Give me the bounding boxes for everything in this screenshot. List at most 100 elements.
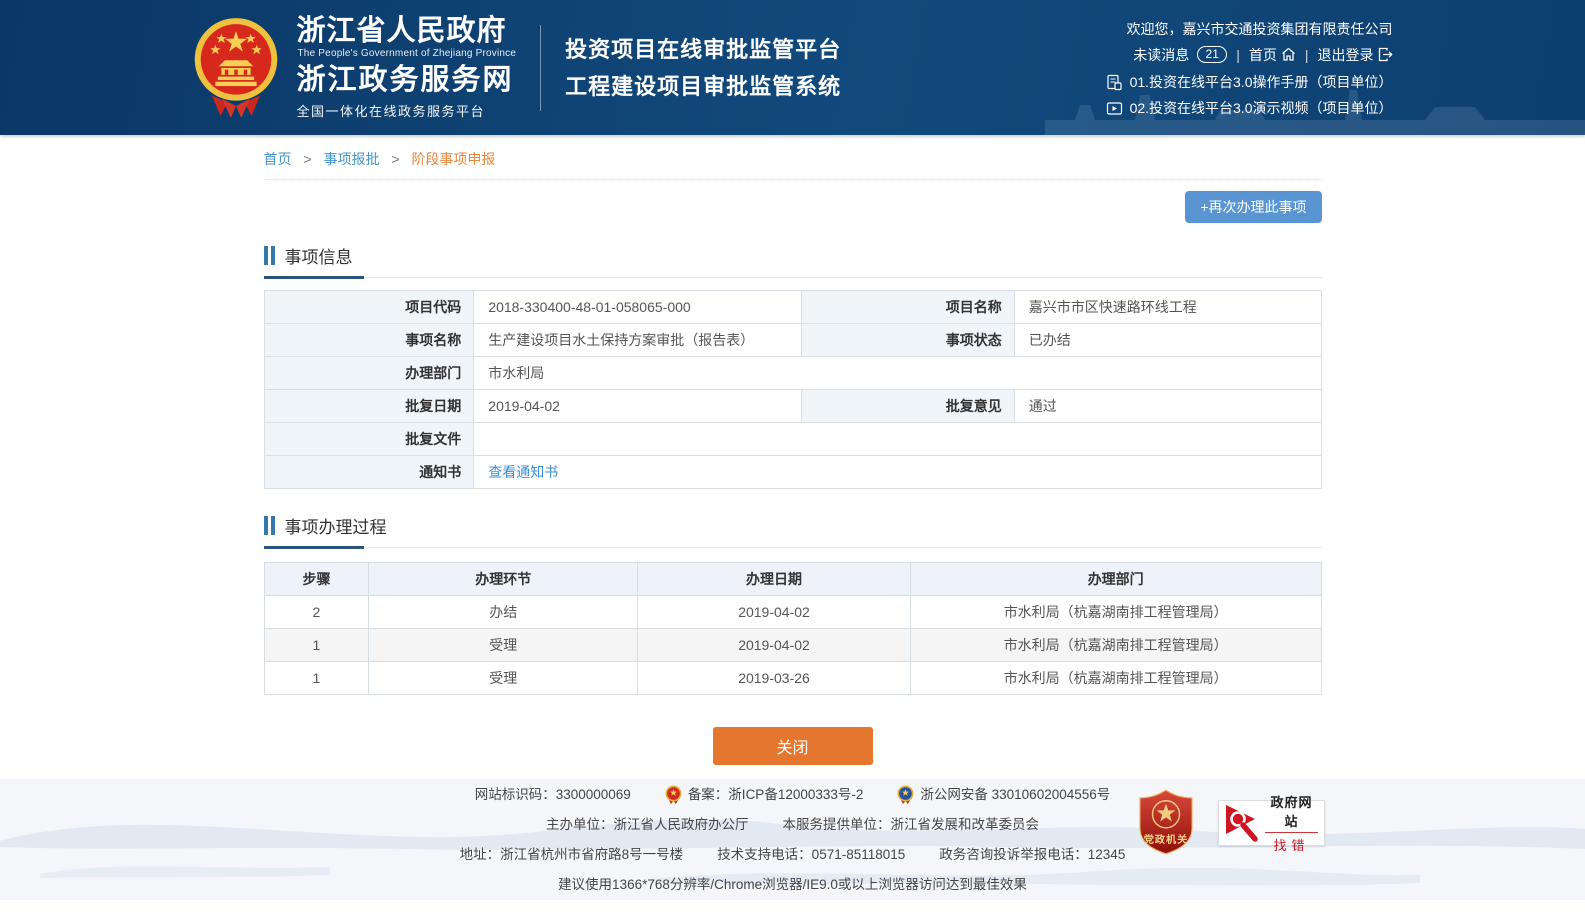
emblem-icon [665,785,682,804]
separator: | [1303,45,1311,65]
table-header-row: 步骤 办理环节 办理日期 办理部门 [264,563,1321,596]
platform-title-line2: 工程建设项目审批监管系统 [565,68,841,105]
manual-link-label: 01.投资在线平台3.0操作手册（项目单位） [1130,74,1393,90]
dept-cell: 市水利局（杭嘉湖南排工程管理局） [910,629,1321,662]
website-error-report-badge[interactable]: 政府网站 找错 [1218,800,1325,846]
user-block: 欢迎您，嘉兴市交通投资集团有限责任公司 未读消息 21 | 首页 | 退出登录 [1106,19,1393,117]
process-table: 步骤 办理环节 办理日期 办理部门 2 办结 2019-04-02 市水利局（杭… [264,562,1322,695]
portal-title: 浙江政务服务网 [297,65,517,95]
approval-file-label: 批复文件 [264,423,474,456]
browser-tip: 建议使用1366*768分辨率/Chrome浏览器/IE9.0或以上浏览器访问达… [558,874,1027,895]
video-link[interactable]: 02.投资在线平台3.0演示视频（项目单位） [1106,100,1393,117]
step-cell: 1 [264,629,369,662]
footer-line-2: 主办单位：浙江省人民政府办公厅 本服务提供单位：浙江省发展和改革委员会 [0,814,1585,835]
table-row: 批复日期 2019-04-02 批复意见 通过 [264,390,1321,423]
security-record-text: 浙公网安备 33010602004556号 [920,784,1110,805]
step-cell: 2 [264,596,369,629]
info-section-title: 事项信息 [285,243,353,268]
item-name-value: 生产建设项目水土保持方案审批（报告表） [474,324,802,357]
manual-link[interactable]: 01.投资在线平台3.0操作手册（项目单位） [1106,74,1393,91]
unread-messages-link[interactable]: 未读消息 21 [1133,45,1227,65]
item-status-value: 已办结 [1014,324,1321,357]
site-footer: 网站标识码：3300000069 备案：浙ICP备12000333号-2 浙公网… [0,779,1585,900]
project-name-label: 项目名称 [802,291,1015,324]
stage-cell: 办结 [369,596,638,629]
dept-cell: 市水利局（杭嘉湖南排工程管理局） [910,596,1321,629]
view-notice-link[interactable]: 查看通知书 [488,464,558,480]
project-name-value: 嘉兴市市区快速路环线工程 [1014,291,1321,324]
table-row: 办理部门 市水利局 [264,357,1321,390]
welcome-text: 欢迎您，嘉兴市交通投资集团有限责任公司 [1127,19,1393,39]
section-marker-icon [264,516,275,535]
logout-icon [1378,47,1393,62]
breadcrumb-home[interactable]: 首页 [264,151,292,167]
close-button[interactable]: 关闭 [713,727,873,765]
service-provider: 本服务提供单位：浙江省发展和改革委员会 [783,814,1040,835]
tech-phone: 技术支持电话：0571-85118015 [717,844,905,865]
icp-record[interactable]: 备案：浙ICP备12000333号-2 [665,784,864,805]
logout-link-label: 退出登录 [1318,45,1374,65]
stage-cell: 受理 [369,629,638,662]
footer-line-4: 建议使用1366*768分辨率/Chrome浏览器/IE9.0或以上浏览器访问达… [0,874,1585,895]
approval-opinion-value: 通过 [1014,390,1321,423]
info-section-header: 事项信息 [264,243,1322,278]
site-code: 网站标识码：3300000069 [475,784,631,805]
platform-title-line1: 投资项目在线审批监管平台 [565,31,841,68]
gov-title-block: 浙江省人民政府 The People's Government of Zheji… [297,16,517,120]
home-link-label: 首页 [1249,45,1277,65]
home-icon [1281,47,1296,62]
gov-title: 浙江省人民政府 [297,16,517,46]
breadcrumb-current: 阶段事项申报 [411,151,495,167]
icp-record-text: 备案：浙ICP备12000333号-2 [688,784,864,805]
unread-count-badge[interactable]: 21 [1197,46,1227,63]
column-header-dept: 办理部门 [910,563,1321,596]
header-divider [540,25,541,111]
process-section-header: 事项办理过程 [264,513,1322,548]
table-row: 1 受理 2019-03-26 市水利局（杭嘉湖南排工程管理局） [264,662,1321,695]
footer-line-1: 网站标识码：3300000069 备案：浙ICP备12000333号-2 浙公网… [0,779,1585,805]
organizer: 主办单位：浙江省人民政府办公厅 [546,814,749,835]
approval-date-value: 2019-04-02 [474,390,802,423]
column-header-date: 办理日期 [638,563,911,596]
video-play-icon [1106,100,1123,117]
site-header: 浙江省人民政府 The People's Government of Zheji… [0,0,1585,135]
breadcrumb-item-approval[interactable]: 事项报批 [323,151,379,167]
complaint-phone: 政务咨询投诉举报电话：12345 [939,844,1125,865]
emblem-icon [897,785,914,804]
svg-text:党政机关: 党政机关 [1144,833,1188,846]
dept-label: 办理部门 [264,357,474,390]
platform-title-block: 投资项目在线审批监管平台 工程建设项目审批监管系统 [565,31,841,105]
table-row: 批复文件 [264,423,1321,456]
video-link-label: 02.投资在线平台3.0演示视频（项目单位） [1130,100,1393,116]
national-emblem-logo [193,16,279,120]
column-header-step: 步骤 [264,563,369,596]
portal-subtitle: 全国一体化在线政务服务平台 [297,101,517,120]
redo-item-button[interactable]: +再次办理此事项 [1185,191,1321,223]
section-marker-icon [264,246,275,265]
notice-label: 通知书 [264,456,474,489]
breadcrumb: 首页 > 事项报批 > 阶段事项申报 [264,135,1322,180]
unread-messages-label: 未读消息 [1133,45,1189,65]
party-gov-badge[interactable]: 党政机关 [1138,789,1194,858]
project-code-label: 项目代码 [264,291,474,324]
document-icon [1106,74,1123,91]
main-content: 首页 > 事项报批 > 阶段事项申报 +再次办理此事项 事项信息 项目代码 20… [0,135,1585,779]
home-link[interactable]: 首页 [1249,45,1296,65]
item-name-label: 事项名称 [264,324,474,357]
breadcrumb-separator: > [303,151,311,167]
security-record[interactable]: 浙公网安备 33010602004556号 [897,784,1110,805]
page: 浙江省人民政府 The People's Government of Zheji… [0,0,1585,921]
process-section-title: 事项办理过程 [285,513,387,538]
gov-title-en: The People's Government of Zhejiang Prov… [298,48,517,59]
logout-link[interactable]: 退出登录 [1318,45,1393,65]
info-table: 项目代码 2018-330400-48-01-058065-000 项目名称 嘉… [264,290,1322,489]
magnifier-flag-icon [1225,804,1259,842]
badge-find-line2: 找错 [1265,833,1318,854]
column-header-stage: 办理环节 [369,563,638,596]
step-cell: 1 [264,662,369,695]
project-code-value: 2018-330400-48-01-058065-000 [474,291,802,324]
footer-line-3: 地址：浙江省杭州市省府路8号一号楼 技术支持电话：0571-85118015 政… [0,844,1585,865]
separator: | [1234,45,1242,65]
table-row: 2 办结 2019-04-02 市水利局（杭嘉湖南排工程管理局） [264,596,1321,629]
approval-file-value [474,423,1321,456]
